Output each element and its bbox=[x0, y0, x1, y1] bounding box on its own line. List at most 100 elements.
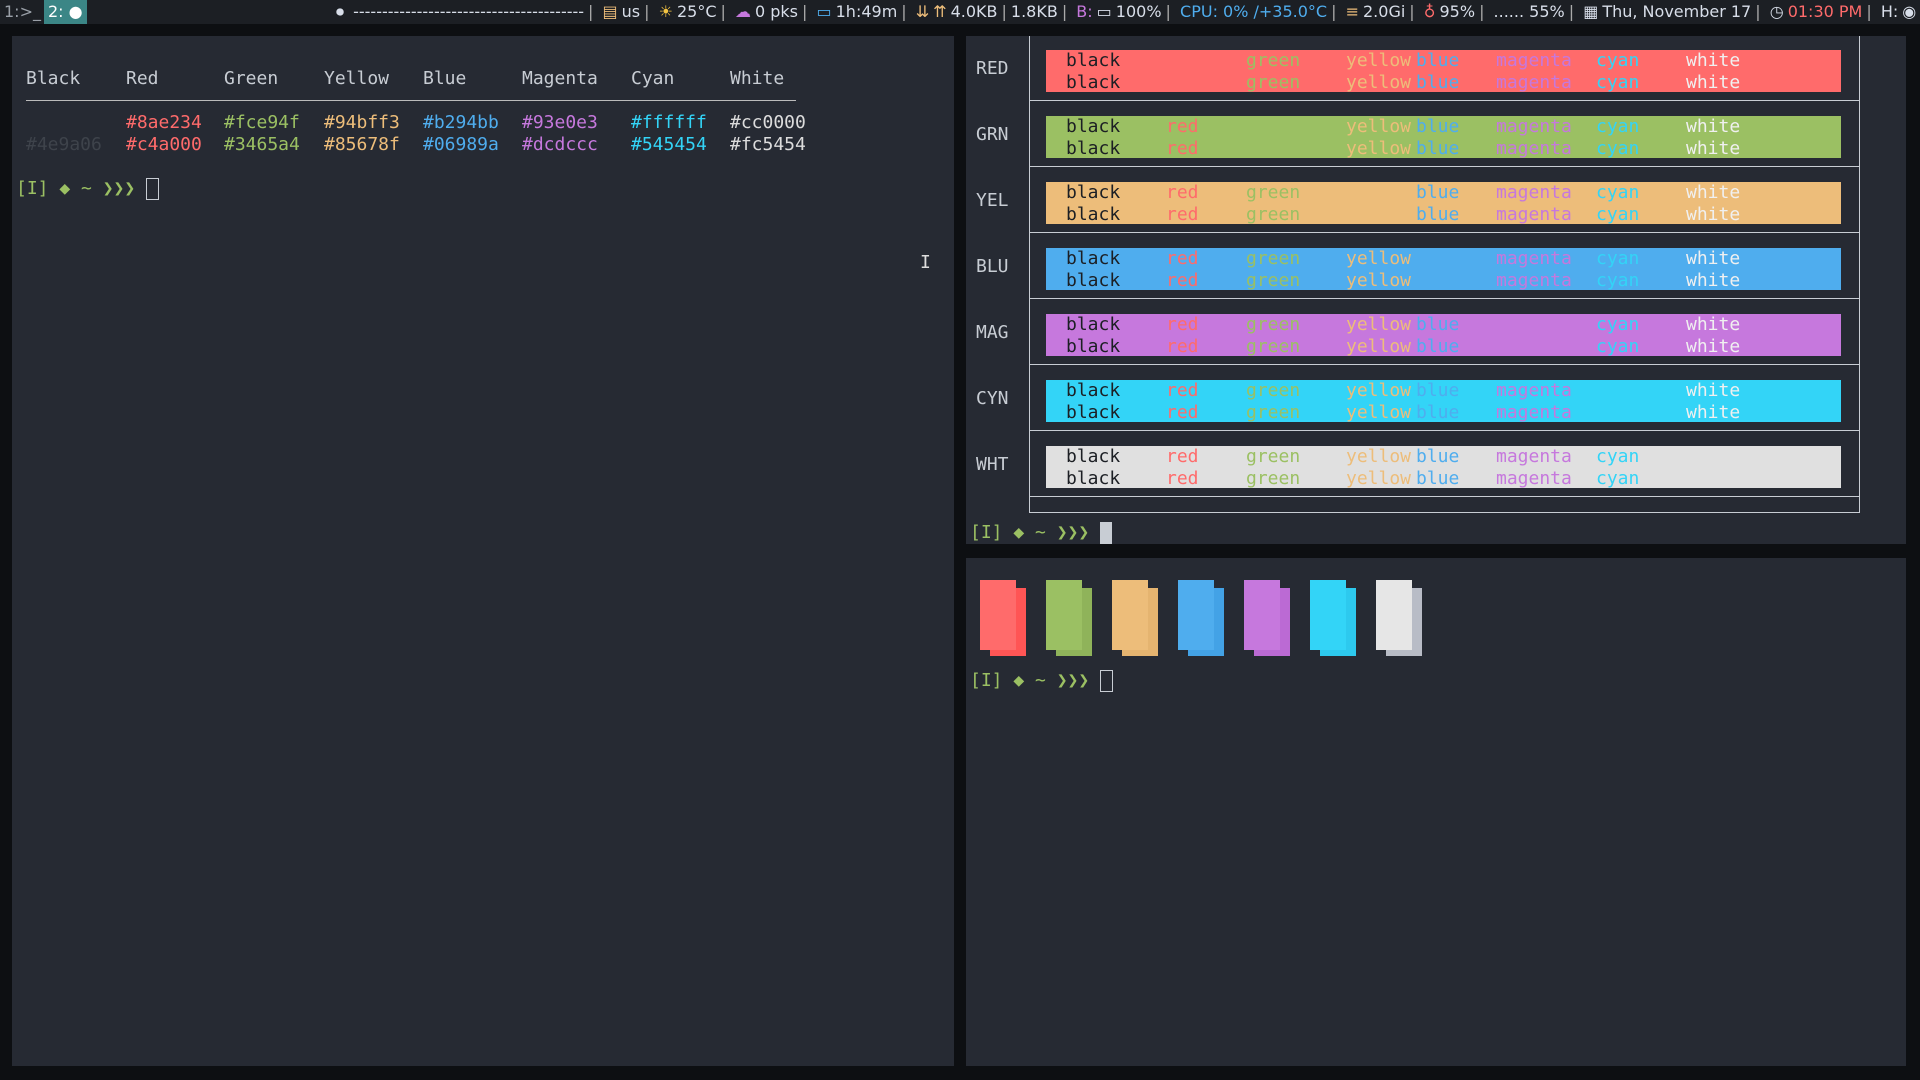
grid-word-cyan: cyan bbox=[1596, 182, 1640, 203]
grid-word-blue: blue bbox=[1416, 314, 1460, 335]
grid-word-white: white bbox=[1686, 204, 1741, 225]
net-up: 1.8KB bbox=[1010, 2, 1058, 21]
color-row-1: #8ae234 #fce94f #94bff3 #b294bb #93e0e3 … bbox=[26, 112, 826, 134]
grid-word-yellow: yellow bbox=[1346, 446, 1412, 467]
grid-word-red: red bbox=[1166, 116, 1199, 137]
color-block-blue bbox=[1178, 580, 1214, 650]
grid-word-black: black bbox=[1066, 50, 1121, 71]
grid-word-cyan: cyan bbox=[1596, 314, 1640, 335]
grid-word-white: white bbox=[1686, 138, 1741, 159]
grid-word-black: black bbox=[1066, 138, 1121, 159]
volume: ...... 55% bbox=[1493, 2, 1565, 21]
grid-word-magenta: magenta bbox=[1496, 446, 1572, 467]
color-block-green bbox=[1046, 580, 1082, 650]
prompt-text: [I] ◆ ~ ❯❯❯ bbox=[970, 670, 1090, 691]
grid-word-red: red bbox=[1166, 380, 1199, 401]
grid-word-green: green bbox=[1246, 314, 1301, 335]
grid-word-black: black bbox=[1066, 402, 1121, 423]
grid-word-red: red bbox=[1166, 314, 1199, 335]
terminal-left[interactable]: Black Red Green Yellow Blue Magenta Cyan… bbox=[12, 36, 954, 1066]
row1-blue: #b294bb bbox=[423, 112, 499, 133]
grid-word-cyan: cyan bbox=[1596, 72, 1640, 93]
grid-word-green: green bbox=[1246, 72, 1301, 93]
prompt-right-bottom: [I] ◆ ~ ❯❯❯ bbox=[970, 670, 1114, 692]
workspace-2[interactable]: 2: ● bbox=[44, 0, 87, 24]
grid-word-green: green bbox=[1246, 248, 1301, 269]
grid-row-yel: YEL black red green blue magenta cyan white blac… bbox=[976, 168, 1859, 233]
down-arrow-icon: ⇊ bbox=[915, 2, 930, 21]
grid-word-red: red bbox=[1166, 336, 1199, 357]
grid-row-label: YEL bbox=[976, 190, 1009, 211]
grid-word-cyan: cyan bbox=[1596, 270, 1640, 291]
grid-word-yellow: yellow bbox=[1346, 72, 1412, 93]
grid-word-yellow: yellow bbox=[1346, 380, 1412, 401]
row1-yellow: #94bff3 bbox=[324, 112, 400, 133]
grid-word-magenta: magenta bbox=[1496, 72, 1572, 93]
grid-word-red: red bbox=[1166, 270, 1199, 291]
color-block-red bbox=[980, 580, 1016, 650]
host: H: bbox=[1880, 2, 1899, 21]
color-row-2: #4e9a06 #c4a000 #3465a4 #85678f #06989a … bbox=[26, 134, 826, 156]
grid-row-label: RED bbox=[976, 58, 1009, 79]
grid-row-label: GRN bbox=[976, 124, 1009, 145]
grid-word-magenta: magenta bbox=[1496, 182, 1572, 203]
row1-green: #fce94f bbox=[224, 112, 300, 133]
terminal-right-bottom[interactable]: [I] ◆ ~ ❯❯❯ bbox=[966, 558, 1906, 1066]
grid-word-black: black bbox=[1066, 468, 1121, 489]
prompt-right-top: [I] ◆ ~ ❯❯❯ bbox=[970, 522, 1113, 544]
grid-swatch: black red yellow blue magenta cyan white black r… bbox=[1046, 116, 1841, 159]
calendar-icon: ▦ bbox=[1583, 2, 1599, 21]
grid-word-white: white bbox=[1686, 72, 1741, 93]
clock-icon: ◷ bbox=[1769, 2, 1784, 21]
row1-white: #cc0000 bbox=[730, 112, 806, 133]
battery-label: B: bbox=[1076, 2, 1093, 21]
keyboard-layout: us bbox=[621, 2, 641, 21]
grid-word-blue: blue bbox=[1416, 402, 1460, 423]
header-cyan: Cyan bbox=[631, 68, 675, 89]
prompt-left: [I] ◆ ~ ❯❯❯ bbox=[16, 178, 160, 200]
grid-swatch: black red green yellow magenta cyan white black… bbox=[1046, 248, 1841, 291]
grid-word-green: green bbox=[1246, 270, 1301, 291]
header-yellow: Yellow bbox=[324, 68, 390, 89]
grid-swatch: black red green yellow blue cyan white black red… bbox=[1046, 314, 1841, 357]
grid-word-green: green bbox=[1246, 204, 1301, 225]
cursor bbox=[146, 178, 160, 200]
grid-word-cyan: cyan bbox=[1596, 138, 1640, 159]
up-arrow-icon: ⇈ bbox=[933, 2, 947, 21]
grid-word-yellow: yellow bbox=[1346, 270, 1412, 291]
updates: 0 pks bbox=[754, 2, 799, 21]
grid-word-blue: blue bbox=[1416, 138, 1460, 159]
grid-word-red: red bbox=[1166, 182, 1199, 203]
keyboard-icon: ▤ bbox=[602, 2, 618, 21]
grid-row-mag: MAG black red green yellow blue cyan white black… bbox=[976, 300, 1859, 365]
window-title: ---------------------------------------- bbox=[353, 2, 585, 21]
browser-icon: ● bbox=[68, 2, 83, 21]
grid-word-magenta: magenta bbox=[1496, 270, 1572, 291]
grid-word-black: black bbox=[1066, 182, 1121, 203]
color-block-magenta bbox=[1244, 580, 1280, 650]
grid-word-red: red bbox=[1166, 204, 1199, 225]
row2-white: #fc5454 bbox=[730, 134, 806, 155]
workspace-1[interactable]: 1:>_ bbox=[0, 0, 45, 24]
net-down: 4.0KB bbox=[950, 2, 998, 21]
grid-row-blu: BLU black red green yellow magenta cyan white bl… bbox=[976, 234, 1859, 299]
prompt-text: [I] ◆ ~ ❯❯❯ bbox=[970, 522, 1090, 543]
grid-word-yellow: yellow bbox=[1346, 138, 1412, 159]
grid-word-white: white bbox=[1686, 116, 1741, 137]
sun-icon: ☀ bbox=[658, 2, 673, 21]
grid-row-wht: WHT black red green yellow blue magenta cyan bla… bbox=[976, 432, 1859, 497]
terminal-right-top[interactable]: RED black green yellow blue magenta cyan white b… bbox=[966, 36, 1906, 544]
grid-word-cyan: cyan bbox=[1596, 336, 1640, 357]
row2-yellow: #85678f bbox=[324, 134, 400, 155]
row1-magenta: #93e0e3 bbox=[522, 112, 598, 133]
header-green: Green bbox=[224, 68, 279, 89]
grid-word-cyan: cyan bbox=[1596, 50, 1640, 71]
grid-word-white: white bbox=[1686, 182, 1741, 203]
grid-word-black: black bbox=[1066, 270, 1121, 291]
row2-black: #4e9a06 bbox=[26, 134, 102, 155]
grid-word-magenta: magenta bbox=[1496, 50, 1572, 71]
header-white: White bbox=[730, 68, 785, 89]
prompt-text: [I] ◆ ~ ❯❯❯ bbox=[16, 178, 136, 199]
grid-word-black: black bbox=[1066, 248, 1121, 269]
grid-word-magenta: magenta bbox=[1496, 248, 1572, 269]
